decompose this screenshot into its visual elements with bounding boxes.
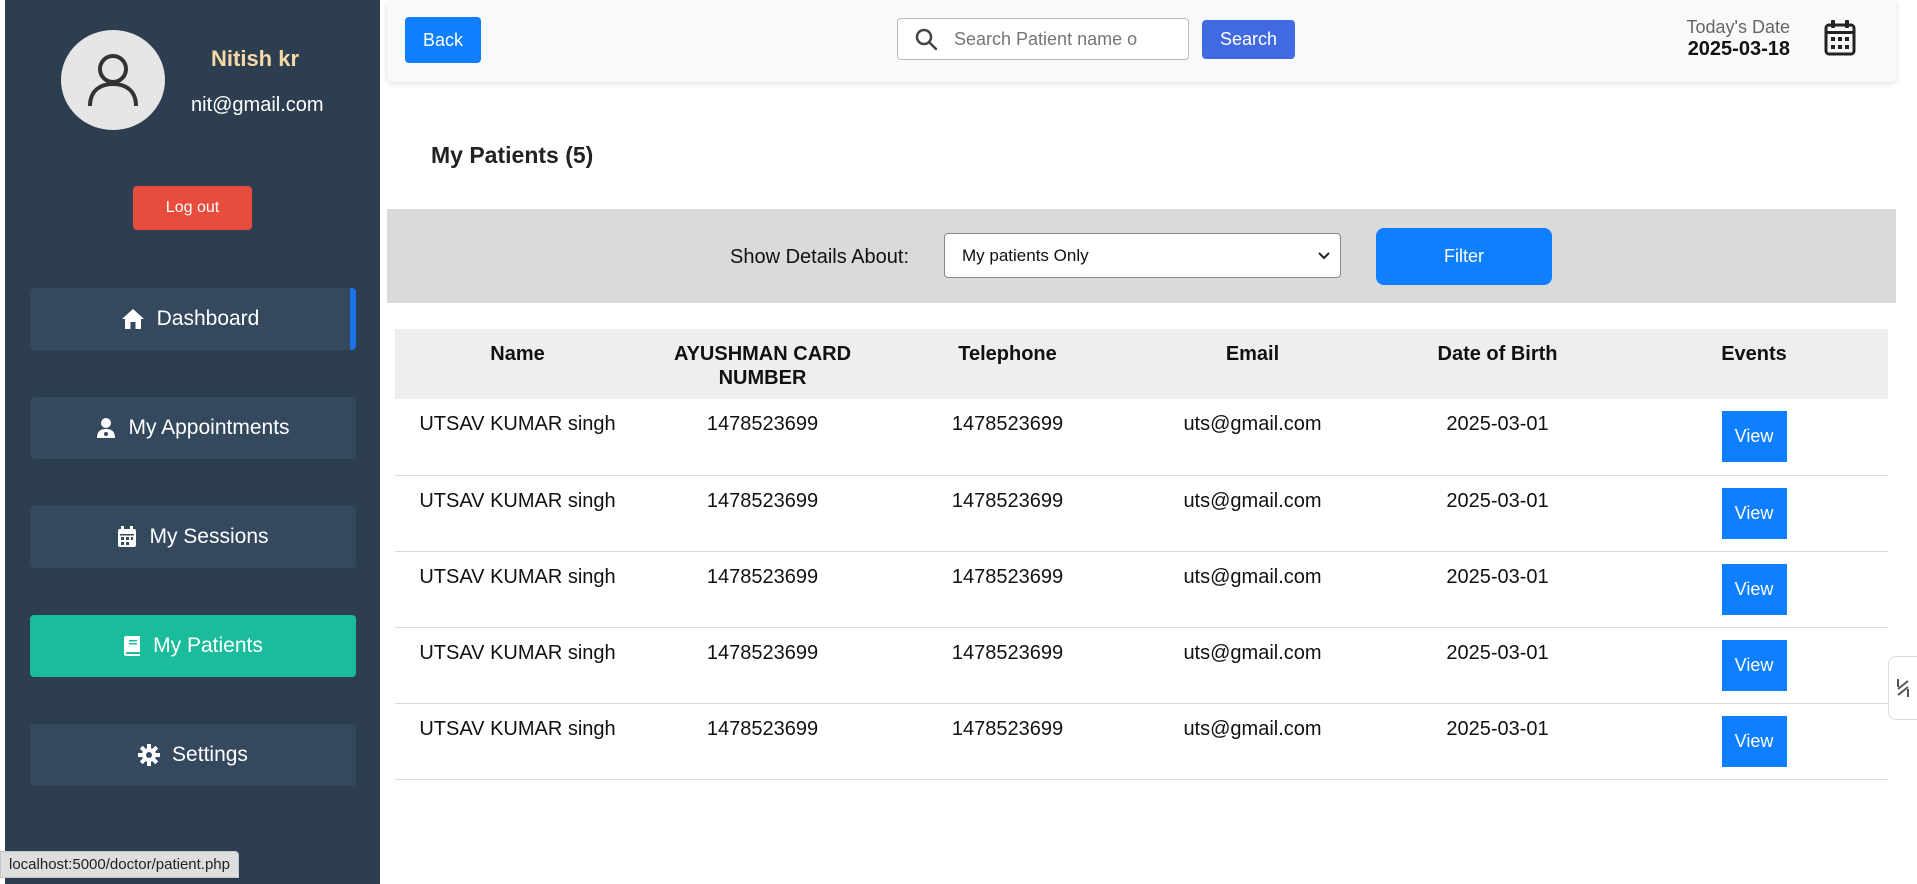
cell-phone: 1478523699: [951, 413, 1064, 435]
sidebar-item-sessions[interactable]: My Sessions: [30, 506, 356, 568]
sidebar-item-label: Dashboard: [156, 307, 260, 330]
cell-email: uts@gmail.com: [1183, 641, 1322, 664]
cell-phone: 1478523699: [951, 489, 1064, 512]
gear-icon: [138, 744, 161, 766]
sidebar-item-settings[interactable]: Settings: [30, 724, 356, 786]
page-title: My Patients (5): [431, 142, 594, 168]
chevron-down-icon: [1318, 251, 1330, 259]
cell-email: uts@gmail.com: [1183, 489, 1322, 512]
cell-dob: 2025-03-01: [1446, 641, 1549, 664]
cell-events: View: [1620, 627, 1888, 703]
cell-card: 1478523699: [706, 717, 819, 740]
cell-email: uts@gmail.com: [1183, 413, 1322, 435]
table-row: UTSAV KUMAR singh 1478523699 1478523699 …: [395, 475, 1888, 551]
avatar: [61, 30, 165, 130]
table-row: UTSAV KUMAR singh 1478523699 1478523699 …: [395, 627, 1888, 703]
cell-dob: 2025-03-01: [1446, 717, 1549, 740]
search-input[interactable]: [954, 28, 1144, 50]
cell-events: View: [1620, 703, 1888, 779]
user-icon: [88, 54, 138, 107]
cell-phone: 1478523699: [951, 717, 1064, 740]
sidebar-item-label: Settings: [172, 743, 248, 766]
cell-dob: 2025-03-01: [1446, 565, 1549, 588]
cell-email: uts@gmail.com: [1183, 717, 1322, 740]
column-header-name: Name: [490, 343, 545, 365]
column-header-telephone: Telephone: [958, 343, 1057, 365]
cell-events: View: [1620, 399, 1888, 475]
filter-label: Show Details About:: [730, 246, 909, 268]
view-button[interactable]: View: [1721, 715, 1787, 767]
view-button[interactable]: View: [1721, 639, 1787, 691]
expand-icon: [1897, 679, 1909, 697]
column-header-card: AYUSHMAN CARD NUMBER: [673, 343, 852, 389]
doctor-icon: [97, 418, 116, 438]
filter-select-value: My patients Only: [962, 245, 1089, 265]
cell-card: 1478523699: [706, 489, 819, 512]
cell-phone: 1478523699: [951, 565, 1064, 588]
filter-bar: Show Details About: My patients Only Fil…: [387, 209, 1896, 303]
user-name: Nitish kr: [211, 46, 300, 71]
sidebar-item-label: My Sessions: [149, 525, 269, 548]
sidebar-item-patients[interactable]: My Patients: [30, 615, 356, 677]
logout-button[interactable]: Log out: [133, 186, 252, 230]
view-button[interactable]: View: [1721, 563, 1787, 615]
table-row: UTSAV KUMAR singh 1478523699 1478523699 …: [395, 551, 1888, 627]
home-icon: [121, 309, 144, 329]
filter-select[interactable]: My patients Only: [944, 233, 1341, 278]
table-row: UTSAV KUMAR singh 1478523699 1478523699 …: [395, 703, 1888, 779]
date-label: Today's Date: [1686, 17, 1791, 37]
user-email: nit@gmail.com: [191, 94, 324, 116]
view-button[interactable]: View: [1721, 411, 1787, 462]
sidebar: Nitish kr nit@gmail.com Log out Dashboar…: [5, 0, 380, 884]
sidebar-item-label: My Patients: [153, 634, 263, 657]
column-header-email: Email: [1225, 343, 1280, 365]
back-button[interactable]: Back: [405, 17, 481, 63]
cell-name: UTSAV KUMAR singh: [419, 717, 616, 740]
cell-card: 1478523699: [706, 413, 819, 435]
filter-button[interactable]: Filter: [1376, 228, 1552, 285]
cell-name: UTSAV KUMAR singh: [419, 641, 616, 664]
table-header-row: Name AYUSHMAN CARD NUMBER Telephone Emai…: [395, 329, 1888, 399]
status-url: localhost:5000/doctor/patient.php: [0, 851, 239, 878]
sidebar-item-appointments[interactable]: My Appointments: [30, 397, 356, 459]
search-icon: [898, 27, 954, 51]
calendar-icon: [1824, 20, 1856, 61]
cell-card: 1478523699: [706, 641, 819, 664]
search-button[interactable]: Search: [1202, 20, 1295, 59]
search-box[interactable]: [897, 18, 1189, 60]
top-bar: Back Search Today's Date 2025-03-18: [387, 0, 1896, 82]
cell-dob: 2025-03-01: [1446, 489, 1549, 512]
cell-dob: 2025-03-01: [1446, 413, 1549, 435]
cell-events: View: [1620, 475, 1888, 551]
column-header-events: Events: [1721, 343, 1787, 365]
cell-email: uts@gmail.com: [1183, 565, 1322, 588]
book-icon: [124, 636, 141, 656]
cell-name: UTSAV KUMAR singh: [419, 413, 616, 435]
cell-name: UTSAV KUMAR singh: [419, 489, 616, 512]
cell-phone: 1478523699: [951, 641, 1064, 664]
calendar-icon: [118, 526, 137, 547]
patients-table: Name AYUSHMAN CARD NUMBER Telephone Emai…: [395, 329, 1888, 780]
sidebar-item-label: My Appointments: [128, 416, 290, 439]
cell-events: View: [1620, 551, 1888, 627]
column-header-dob: Date of Birth: [1437, 343, 1558, 365]
side-panel-toggle[interactable]: [1888, 656, 1917, 720]
sidebar-item-dashboard[interactable]: Dashboard: [30, 288, 356, 350]
cell-card: 1478523699: [706, 565, 819, 588]
table-row: UTSAV KUMAR singh 1478523699 1478523699 …: [395, 399, 1888, 475]
view-button[interactable]: View: [1721, 487, 1787, 539]
date-value: 2025-03-18: [1687, 38, 1790, 60]
cell-name: UTSAV KUMAR singh: [419, 565, 616, 588]
